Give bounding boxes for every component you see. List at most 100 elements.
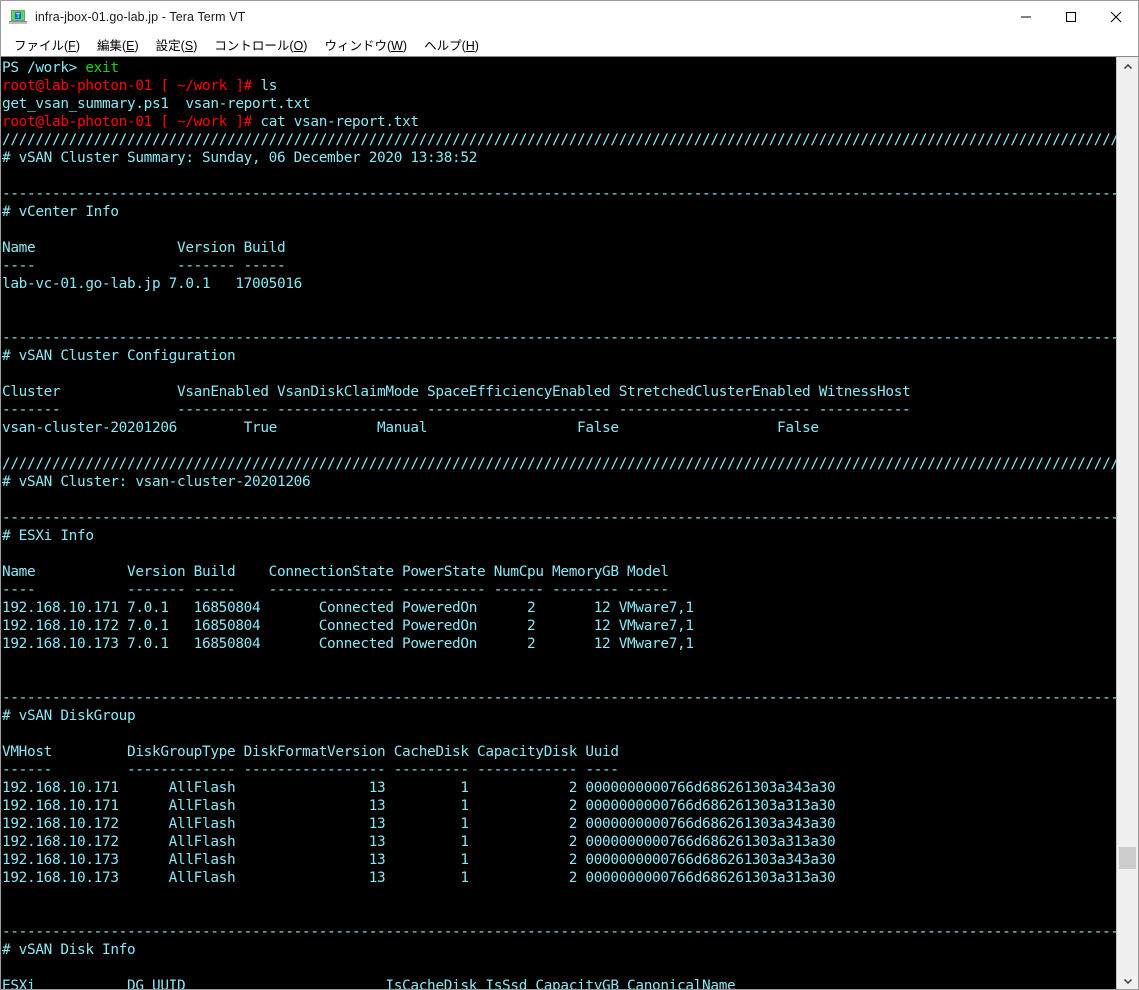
terminal-span: 192.168.10.172 7.0.1 16850804 Connected … xyxy=(2,618,694,634)
terminal-line: vsan-cluster-20201206 True Manual False … xyxy=(2,419,1116,437)
terminal-span: lab-vc-01.go-lab.jp 7.0.1 17005016 xyxy=(2,276,303,292)
terminal-span: ////////////////////////////////////////… xyxy=(2,456,1116,472)
terminal-line: 192.168.10.171 AllFlash 13 1 2 000000000… xyxy=(2,779,1116,797)
terminal-line: ESXi DG_UUID IsCacheDisk IsSsd CapacityG… xyxy=(2,977,1116,990)
terminal-span: Cluster VsanEnabled VsanDiskClaimMode Sp… xyxy=(2,384,911,400)
terminal-line: # vSAN Cluster Summary: Sunday, 06 Decem… xyxy=(2,149,1116,167)
terminal-line: 192.168.10.172 7.0.1 16850804 Connected … xyxy=(2,617,1116,635)
menu-item-5[interactable]: ヘルプ(H) xyxy=(416,34,488,55)
menu-item-4[interactable]: ウィンドウ(W) xyxy=(316,34,416,55)
terminal-span: ----------------------------------------… xyxy=(2,330,1116,346)
terminal-span: get_vsan_summary.ps1 vsan-report.txt xyxy=(2,96,311,112)
terminal-span: VMHost DiskGroupType DiskFormatVersion C… xyxy=(2,744,619,760)
terminal-span: ----------------------------------------… xyxy=(2,186,1116,202)
terminal-span: ESXi DG_UUID IsCacheDisk IsSsd CapacityG… xyxy=(2,978,736,990)
terminal-span: ----------------------------------------… xyxy=(2,510,1116,526)
terminal-span: Name Version Build ConnectionState Power… xyxy=(2,564,669,580)
menu-item-1[interactable]: 編集(E) xyxy=(89,34,148,55)
terminal-line: 192.168.10.171 7.0.1 16850804 Connected … xyxy=(2,599,1116,617)
terminal-line: 192.168.10.173 AllFlash 13 1 2 000000000… xyxy=(2,869,1116,887)
svg-text:T: T xyxy=(15,12,21,20)
terminal-line: Name Version Build xyxy=(2,239,1116,257)
terminal-scrollbar[interactable] xyxy=(1116,57,1138,989)
terminal-span: # vSAN Cluster: vsan-cluster-20201206 xyxy=(2,474,311,490)
terminal-line: 192.168.10.173 AllFlash 13 1 2 000000000… xyxy=(2,851,1116,869)
terminal-span: 192.168.10.173 AllFlash 13 1 2 000000000… xyxy=(2,870,836,886)
terminal-line: ---- ------- ----- --------------- -----… xyxy=(2,581,1116,599)
terminal-line: # vCenter Info xyxy=(2,203,1116,221)
terminal-span: 192.168.10.172 AllFlash 13 1 2 000000000… xyxy=(2,816,836,832)
terminal-span: ////////////////////////////////////////… xyxy=(2,132,1116,148)
teraterm-laptop-icon: T xyxy=(9,9,27,25)
terminal-line: root@lab-photon-01 [ ~/work ]# ls xyxy=(2,77,1116,95)
terminal-line: 192.168.10.172 AllFlash 13 1 2 000000000… xyxy=(2,815,1116,833)
scrollbar-track[interactable] xyxy=(1117,77,1138,971)
menu-bar: ファイル(F) 編集(E) 設定(S) コントロール(O) ウィンドウ(W) ヘルプ(H) xyxy=(1,32,1138,56)
terminal-span: # vSAN DiskGroup xyxy=(2,708,136,724)
menu-item-3[interactable]: コントロール(O) xyxy=(206,34,316,55)
terminal-span: root@lab-photon-01 [ ~/work ]# xyxy=(2,78,253,94)
terminal-span: # vSAN Disk Info xyxy=(2,942,136,958)
terminal-line: ----------------------------------------… xyxy=(2,689,1116,707)
terminal-span: ------- ----------- ----------------- --… xyxy=(2,402,911,418)
terminal-span: exit xyxy=(85,60,119,76)
terminal-span: # ESXi Info xyxy=(2,528,94,544)
scrollbar-thumb[interactable] xyxy=(1119,847,1136,869)
teraterm-window: T infra-jbox-01.go-lab.jp - Tera Term VT… xyxy=(0,0,1139,990)
terminal-line: # vSAN Cluster Configuration xyxy=(2,347,1116,365)
minimize-icon[interactable] xyxy=(1003,1,1048,32)
terminal-line: # vSAN DiskGroup xyxy=(2,707,1116,725)
window-title: infra-jbox-01.go-lab.jp - Tera Term VT xyxy=(35,9,246,24)
terminal-span: ---- ------- ----- --------------- -----… xyxy=(2,582,669,598)
close-icon[interactable] xyxy=(1093,1,1138,32)
terminal-span: ----------------------------------------… xyxy=(2,924,1116,940)
terminal-span: 192.168.10.172 AllFlash 13 1 2 000000000… xyxy=(2,834,836,850)
terminal-span: # vCenter Info xyxy=(2,204,119,220)
title-bar: T infra-jbox-01.go-lab.jp - Tera Term VT xyxy=(1,1,1138,32)
menu-item-0[interactable]: ファイル(F) xyxy=(6,34,89,55)
terminal-line: 192.168.10.171 AllFlash 13 1 2 000000000… xyxy=(2,797,1116,815)
terminal-line: root@lab-photon-01 [ ~/work ]# cat vsan-… xyxy=(2,113,1116,131)
maximize-icon[interactable] xyxy=(1048,1,1093,32)
terminal-line: ----------------------------------------… xyxy=(2,329,1116,347)
chevron-up-icon[interactable] xyxy=(1117,57,1138,77)
chevron-down-icon[interactable] xyxy=(1117,971,1138,989)
terminal-line: PS /work> exit xyxy=(2,59,1116,77)
terminal-span: 192.168.10.173 7.0.1 16850804 Connected … xyxy=(2,636,694,652)
terminal-line: 192.168.10.173 7.0.1 16850804 Connected … xyxy=(2,635,1116,653)
terminal-span: ----------------------------------------… xyxy=(2,690,1116,706)
terminal-span: PS /work> xyxy=(2,60,86,76)
terminal-screen[interactable]: PS /work> exit root@lab-photon-01 [ ~/wor… xyxy=(1,57,1116,990)
terminal-line: 192.168.10.172 AllFlash 13 1 2 000000000… xyxy=(2,833,1116,851)
terminal-line: get_vsan_summary.ps1 vsan-report.txt xyxy=(2,95,1116,113)
terminal-line: Cluster VsanEnabled VsanDiskClaimMode Sp… xyxy=(2,383,1116,401)
menu-item-2[interactable]: 設定(S) xyxy=(148,34,207,55)
terminal-span: 192.168.10.171 AllFlash 13 1 2 000000000… xyxy=(2,780,836,796)
terminal-span: root@lab-photon-01 [ ~/work ]# xyxy=(2,114,253,130)
terminal-line: ------- ----------- ----------------- --… xyxy=(2,401,1116,419)
terminal-area: PS /work> exit root@lab-photon-01 [ ~/wor… xyxy=(1,56,1138,990)
terminal-line: ---- ------- ----- xyxy=(2,257,1116,275)
terminal-text: PS /work> exit root@lab-photon-01 [ ~/wor… xyxy=(1,57,1116,990)
terminal-line: ////////////////////////////////////////… xyxy=(2,131,1116,149)
terminal-span: ---- ------- ----- xyxy=(2,258,286,274)
terminal-line: ----------------------------------------… xyxy=(2,509,1116,527)
terminal-line: # vSAN Disk Info xyxy=(2,941,1116,959)
terminal-span: ------ ------------- ----------------- -… xyxy=(2,762,619,778)
terminal-span: 192.168.10.173 AllFlash 13 1 2 000000000… xyxy=(2,852,836,868)
terminal-span: # vSAN Cluster Configuration xyxy=(2,348,236,364)
terminal-line: ----------------------------------------… xyxy=(2,923,1116,941)
terminal-line: ------ ------------- ----------------- -… xyxy=(2,761,1116,779)
